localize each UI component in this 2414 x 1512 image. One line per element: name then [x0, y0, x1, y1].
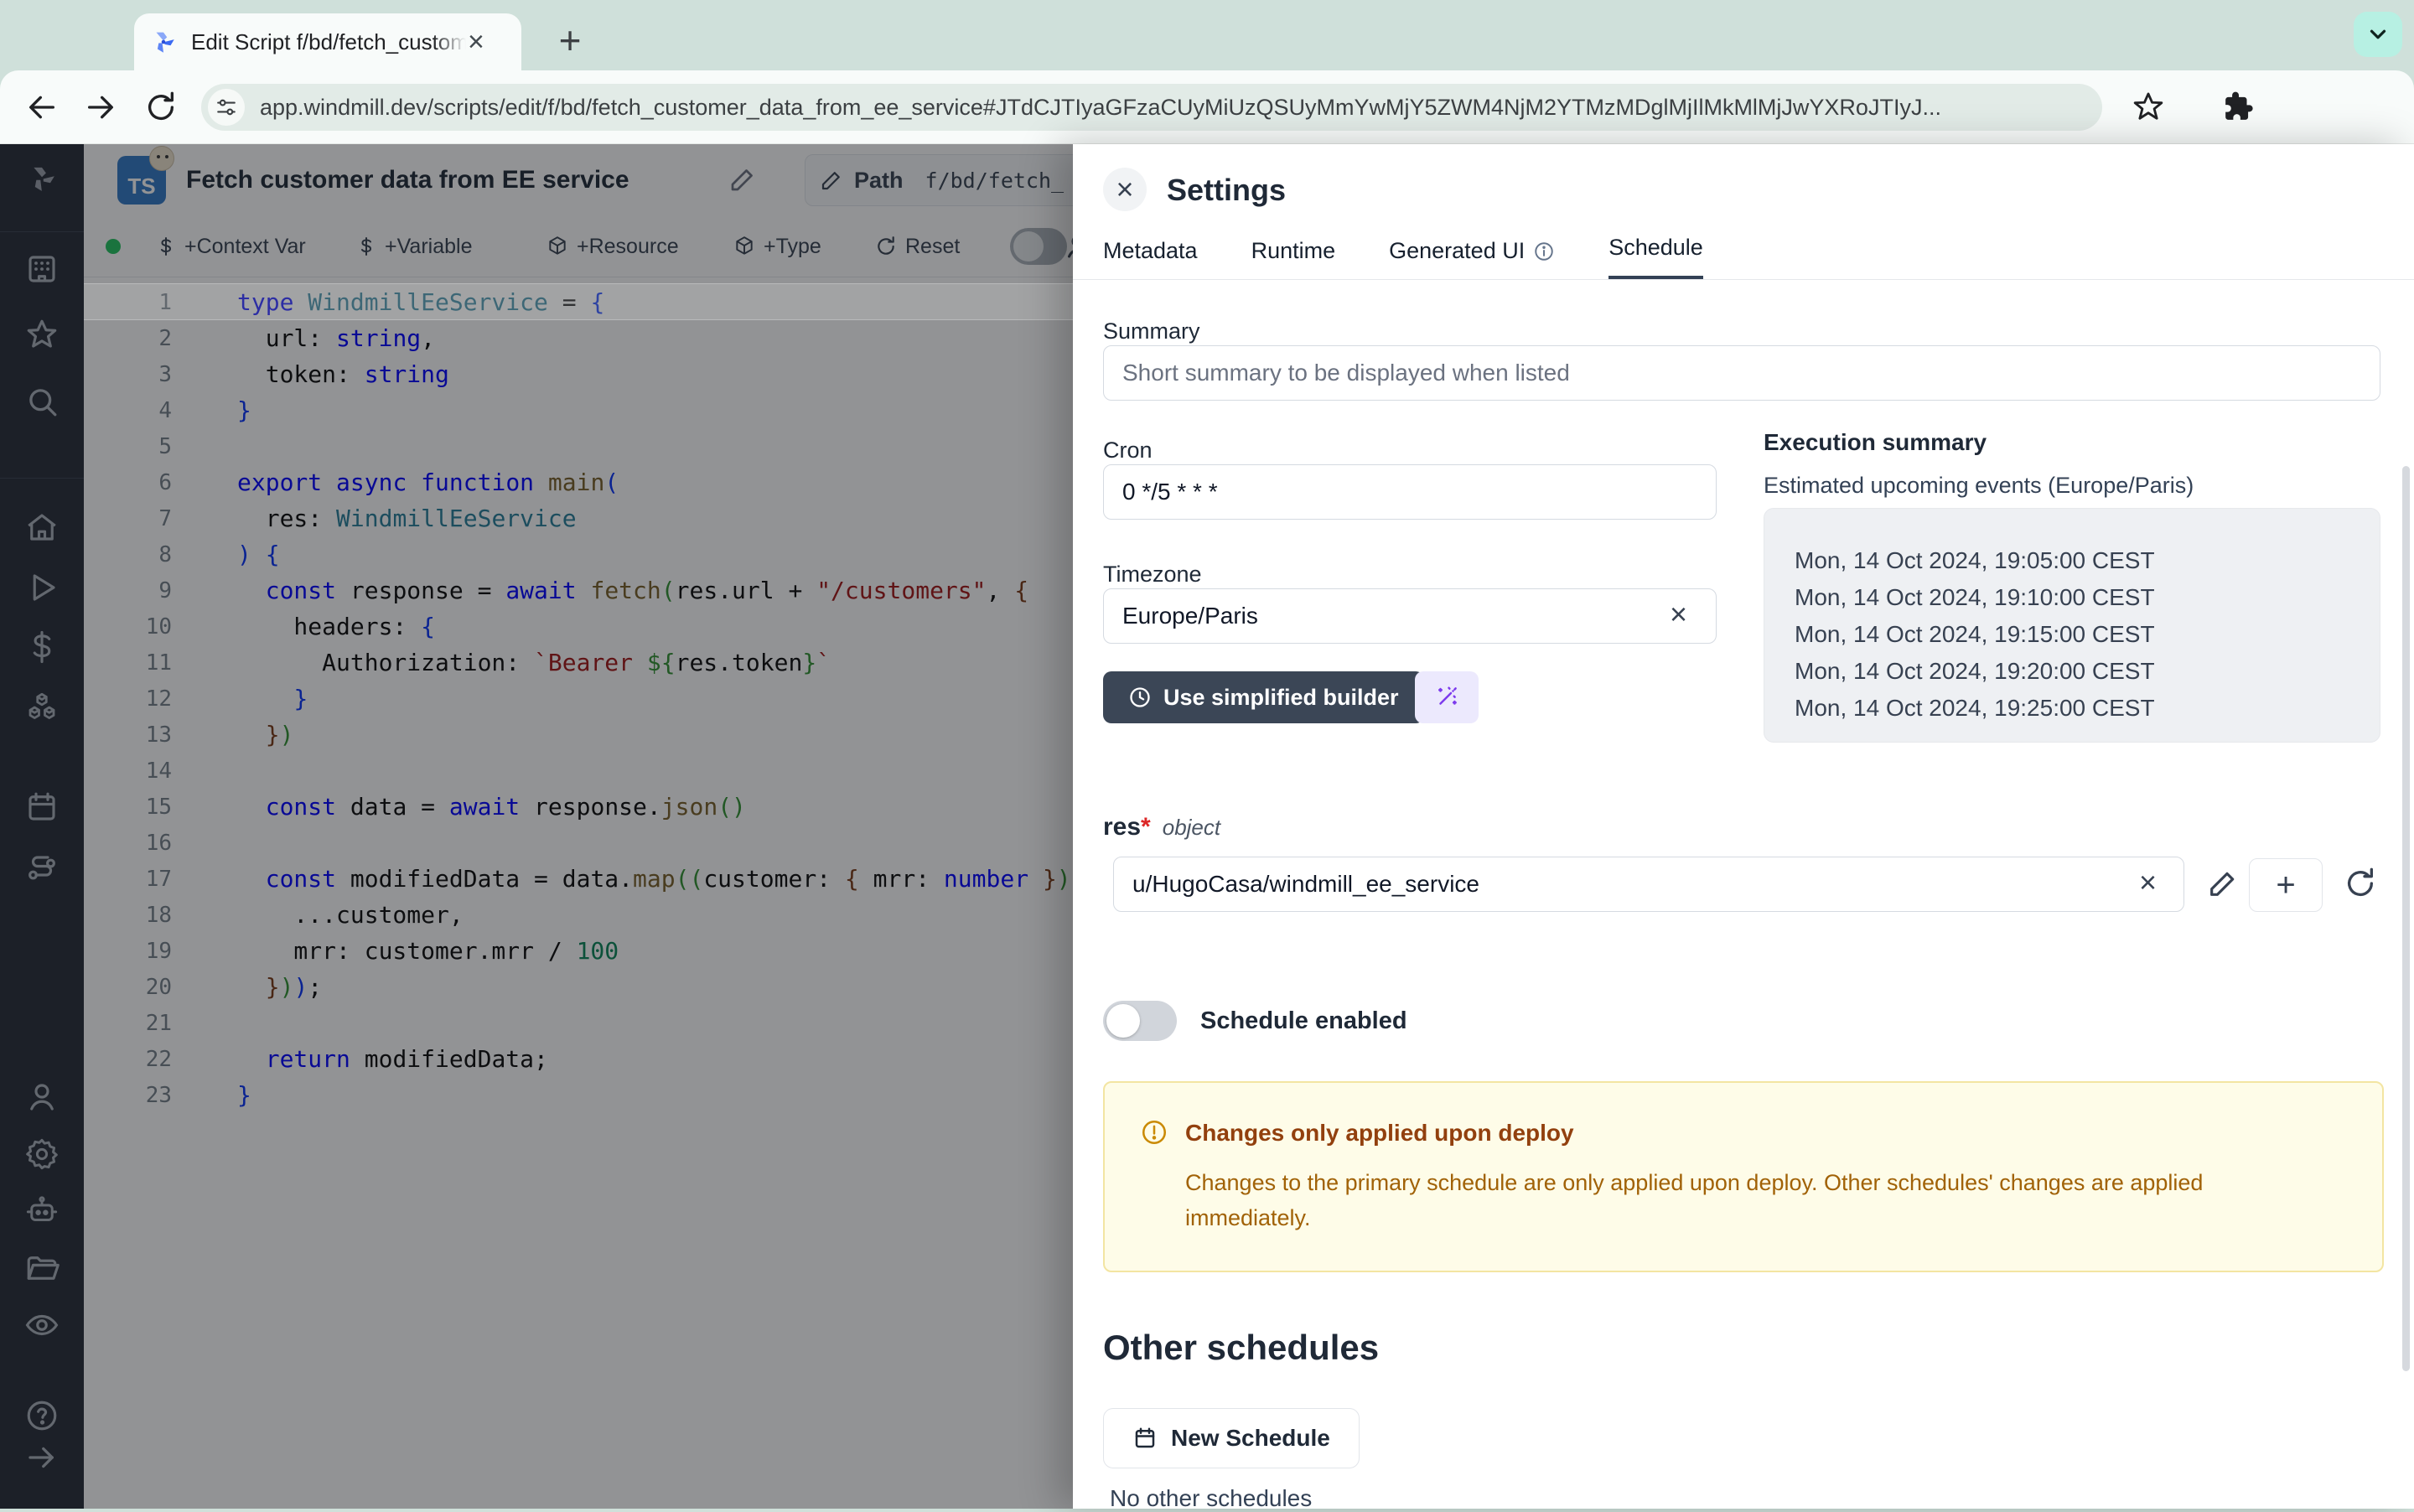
- settings-tabs: Metadata Runtime Generated UI Schedule: [1073, 228, 2414, 280]
- tab-metadata[interactable]: Metadata: [1103, 238, 1198, 279]
- url-text[interactable]: app.windmill.dev/scripts/edit/f/bd/fetch…: [260, 95, 2062, 121]
- info-icon: [1533, 241, 1555, 262]
- other-schedules-title: Other schedules: [1103, 1328, 1379, 1368]
- execution-event: Mon, 14 Oct 2024, 19:10:00 CEST: [1795, 579, 2380, 616]
- tab-schedule[interactable]: Schedule: [1608, 235, 1703, 279]
- warning-title: Changes only applied upon deploy: [1185, 1120, 1574, 1147]
- settings-drawer: × Settings Metadata Runtime Generated UI…: [1073, 144, 2414, 1509]
- calendar-icon: [1132, 1426, 1158, 1451]
- no-other-schedules-text: No other schedules: [1110, 1485, 1312, 1512]
- execution-events-panel: Mon, 14 Oct 2024, 19:05:00 CESTMon, 14 O…: [1764, 508, 2380, 743]
- timezone-label: Timezone: [1103, 562, 1202, 588]
- execution-event: Mon, 14 Oct 2024, 19:05:00 CEST: [1795, 542, 2380, 579]
- forward-arrow-icon[interactable]: [84, 91, 117, 124]
- reload-icon[interactable]: [144, 91, 178, 124]
- chevron-down-mint-button[interactable]: [2354, 12, 2402, 57]
- res-edit-pencil-icon[interactable]: [2206, 867, 2240, 900]
- drawer-scrollbar[interactable]: [2402, 466, 2410, 1371]
- browser-tab[interactable]: Edit Script f/bd/fetch_custom ×: [134, 13, 521, 70]
- use-simplified-builder-button[interactable]: Use simplified builder: [1103, 671, 1424, 723]
- schedule-enabled-label: Schedule enabled: [1200, 1007, 1407, 1035]
- res-refresh-icon[interactable]: [2344, 867, 2377, 900]
- execution-summary-title: Execution summary: [1764, 429, 1987, 456]
- summary-label: Summary: [1103, 318, 1200, 344]
- modal-dim-overlay[interactable]: [0, 144, 1073, 1509]
- windmill-app: TS Fetch customer data from EE service P…: [0, 144, 2414, 1509]
- timezone-input[interactable]: [1103, 588, 1717, 644]
- new-tab-button[interactable]: +: [547, 17, 593, 64]
- close-icon[interactable]: ×: [1103, 168, 1147, 211]
- site-controls-icon[interactable]: [208, 89, 245, 126]
- tab-close-icon[interactable]: ×: [468, 28, 484, 56]
- summary-input[interactable]: [1103, 345, 2380, 401]
- res-field-label: res*object: [1103, 813, 1220, 841]
- browser-toolbar: app.windmill.dev/scripts/edit/f/bd/fetch…: [0, 70, 2414, 144]
- exec-events: Mon, 14 Oct 2024, 19:05:00 CESTMon, 14 O…: [1795, 542, 2380, 727]
- ai-wand-button[interactable]: [1415, 671, 1479, 723]
- tab-generated-ui[interactable]: Generated UI: [1389, 238, 1555, 279]
- url-bar[interactable]: app.windmill.dev/scripts/edit/f/bd/fetch…: [201, 84, 2102, 131]
- execution-summary-subtitle: Estimated upcoming events (Europe/Paris): [1764, 473, 2194, 499]
- bookmark-star-icon[interactable]: [2132, 91, 2166, 124]
- schedule-enabled-toggle[interactable]: [1103, 1001, 1177, 1041]
- browser-tab-strip: Edit Script f/bd/fetch_custom × +: [0, 0, 2414, 70]
- tab-runtime[interactable]: Runtime: [1251, 238, 1336, 279]
- windmill-favicon-icon: [149, 28, 178, 56]
- execution-event: Mon, 14 Oct 2024, 19:25:00 CEST: [1795, 690, 2380, 727]
- settings-title: Settings: [1167, 173, 1286, 208]
- res-clear-icon[interactable]: ×: [2139, 865, 2157, 900]
- res-add-button[interactable]: +: [2249, 858, 2323, 912]
- current-line-highlight: [84, 283, 1073, 320]
- timezone-clear-icon[interactable]: ×: [1670, 597, 1687, 632]
- new-schedule-button[interactable]: New Schedule: [1103, 1408, 1360, 1468]
- execution-event: Mon, 14 Oct 2024, 19:15:00 CEST: [1795, 616, 2380, 653]
- warning-icon: [1140, 1118, 1168, 1147]
- res-resource-input[interactable]: [1113, 857, 2184, 912]
- warning-body: Changes to the primary schedule are only…: [1185, 1165, 2325, 1235]
- clock-icon: [1128, 686, 1152, 709]
- cron-label: Cron: [1103, 438, 1153, 463]
- magic-wand-icon: [1434, 685, 1459, 710]
- cron-input[interactable]: [1103, 464, 1717, 520]
- back-arrow-icon[interactable]: [25, 91, 59, 124]
- deploy-warning-box: Changes only applied upon deploy Changes…: [1103, 1081, 2384, 1272]
- extensions-puzzle-icon[interactable]: [2223, 91, 2256, 124]
- execution-event: Mon, 14 Oct 2024, 19:20:00 CEST: [1795, 653, 2380, 690]
- tab-title: Edit Script f/bd/fetch_custom: [191, 29, 466, 55]
